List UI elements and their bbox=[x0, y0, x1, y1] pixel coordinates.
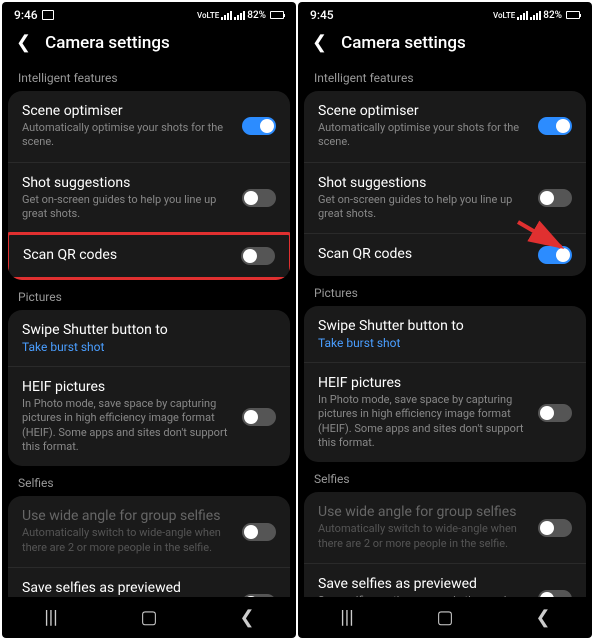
toggle-qr[interactable] bbox=[241, 247, 275, 265]
header: ❮ Camera settings bbox=[298, 24, 592, 61]
clock: 9:45 bbox=[310, 8, 334, 22]
toggle-shot[interactable] bbox=[242, 189, 276, 207]
section-label-pictures: Pictures bbox=[304, 276, 586, 306]
toggle-shot[interactable] bbox=[538, 189, 572, 207]
item-desc: In Photo mode, save space by capturing p… bbox=[318, 393, 530, 450]
toggle-scene[interactable] bbox=[538, 117, 572, 135]
toggle-wide[interactable] bbox=[538, 519, 572, 537]
signal-icon bbox=[517, 11, 528, 20]
toggle-heif[interactable] bbox=[242, 408, 276, 426]
navbar: ||| ▢ ❮ bbox=[298, 597, 592, 638]
battery-icon bbox=[270, 11, 284, 19]
highlight-qr: Scan QR codes bbox=[8, 232, 290, 280]
nav-back[interactable]: ❮ bbox=[217, 607, 277, 628]
navbar: ||| ▢ ❮ bbox=[2, 597, 296, 638]
item-save-selfies[interactable]: Save selfies as previewed Save selfies a… bbox=[304, 564, 586, 597]
back-icon[interactable]: ❮ bbox=[312, 32, 327, 53]
nav-home[interactable]: ▢ bbox=[415, 607, 475, 628]
item-desc: Automatically optimise your shots for th… bbox=[22, 121, 234, 150]
section-label-intelligent: Intelligent features bbox=[304, 61, 586, 91]
item-desc: In Photo mode, save space by capturing p… bbox=[22, 397, 234, 454]
item-title: Save selfies as previewed bbox=[318, 576, 530, 592]
section-label-selfies: Selfies bbox=[304, 462, 586, 492]
item-title: Scene optimiser bbox=[318, 103, 530, 119]
nav-recents[interactable]: ||| bbox=[317, 607, 377, 628]
content: Intelligent features Scene optimiser Aut… bbox=[2, 61, 296, 597]
item-desc: Get on-screen guides to help you line up… bbox=[22, 193, 234, 222]
item-swipe-shutter[interactable]: Swipe Shutter button to Take burst shot bbox=[8, 310, 290, 367]
page-title: Camera settings bbox=[341, 33, 466, 53]
battery-pct: 82% bbox=[543, 10, 562, 21]
signal-icon bbox=[234, 11, 245, 20]
card-selfies: Use wide angle for group selfies Automat… bbox=[304, 492, 586, 597]
toggle-wide[interactable] bbox=[242, 523, 276, 541]
card-pictures: Swipe Shutter button to Take burst shot … bbox=[304, 306, 586, 462]
item-desc: Automatically switch to wide-angle when … bbox=[318, 522, 530, 551]
item-title: HEIF pictures bbox=[318, 375, 530, 391]
toggle-heif[interactable] bbox=[538, 404, 572, 422]
network-label: VoLTE bbox=[493, 11, 515, 20]
toggle-preview[interactable] bbox=[242, 594, 276, 597]
item-title: Swipe Shutter button to bbox=[22, 322, 268, 338]
nav-home[interactable]: ▢ bbox=[119, 607, 179, 628]
battery-icon bbox=[566, 11, 580, 19]
statusbar: 9:45 VoLTE 82% bbox=[298, 2, 592, 24]
toggle-preview[interactable] bbox=[538, 590, 572, 597]
item-swipe-shutter[interactable]: Swipe Shutter button to Take burst shot bbox=[304, 306, 586, 363]
item-title: Save selfies as previewed bbox=[22, 580, 234, 596]
item-scan-qr[interactable]: Scan QR codes bbox=[304, 234, 586, 276]
card-selfies: Use wide angle for group selfies Automat… bbox=[8, 496, 290, 597]
section-label-pictures: Pictures bbox=[8, 280, 290, 310]
section-label-selfies: Selfies bbox=[8, 466, 290, 496]
item-title: HEIF pictures bbox=[22, 379, 234, 395]
nav-recents[interactable]: ||| bbox=[21, 607, 81, 628]
item-scan-qr[interactable]: Scan QR codes bbox=[9, 235, 289, 277]
phone-left: 9:46 VoLTE 82% ❮ Camera settings Intelli… bbox=[2, 2, 296, 638]
card-pictures: Swipe Shutter button to Take burst shot … bbox=[8, 310, 290, 466]
clock: 9:46 bbox=[14, 8, 38, 22]
item-save-selfies[interactable]: Save selfies as previewed Save selfies a… bbox=[8, 568, 290, 597]
toggle-qr[interactable] bbox=[538, 246, 572, 264]
statusbar: 9:46 VoLTE 82% bbox=[2, 2, 296, 24]
item-title: Scan QR codes bbox=[23, 247, 233, 263]
item-desc: Automatically optimise your shots for th… bbox=[318, 121, 530, 150]
battery-pct: 82% bbox=[247, 10, 266, 21]
network-label: VoLTE bbox=[197, 11, 219, 20]
phone-right: 9:45 VoLTE 82% ❮ Camera settings Intelli… bbox=[298, 2, 592, 638]
card-intelligent: Scene optimiser Automatically optimise y… bbox=[8, 91, 290, 280]
item-desc: Get on-screen guides to help you line up… bbox=[318, 193, 530, 222]
card-intelligent: Scene optimiser Automatically optimise y… bbox=[304, 91, 586, 276]
item-shot-suggestions[interactable]: Shot suggestions Get on-screen guides to… bbox=[8, 163, 290, 235]
item-link: Take burst shot bbox=[22, 340, 268, 354]
item-link: Take burst shot bbox=[318, 336, 564, 350]
toggle-scene[interactable] bbox=[242, 117, 276, 135]
item-title: Use wide angle for group selfies bbox=[318, 504, 530, 520]
item-wide-angle: Use wide angle for group selfies Automat… bbox=[304, 492, 586, 564]
item-heif[interactable]: HEIF pictures In Photo mode, save space … bbox=[304, 363, 586, 462]
header: ❮ Camera settings bbox=[2, 24, 296, 61]
section-label-intelligent: Intelligent features bbox=[8, 61, 290, 91]
item-heif[interactable]: HEIF pictures In Photo mode, save space … bbox=[8, 367, 290, 466]
signal-icon bbox=[221, 11, 232, 20]
item-title: Shot suggestions bbox=[22, 175, 234, 191]
item-title: Use wide angle for group selfies bbox=[22, 508, 234, 524]
back-icon[interactable]: ❮ bbox=[16, 32, 31, 53]
item-scene-optimiser[interactable]: Scene optimiser Automatically optimise y… bbox=[304, 91, 586, 163]
item-title: Swipe Shutter button to bbox=[318, 318, 564, 334]
content: Intelligent features Scene optimiser Aut… bbox=[298, 61, 592, 597]
page-title: Camera settings bbox=[45, 33, 170, 53]
item-scene-optimiser[interactable]: Scene optimiser Automatically optimise y… bbox=[8, 91, 290, 163]
signal-icon bbox=[530, 11, 541, 20]
item-title: Shot suggestions bbox=[318, 175, 530, 191]
item-wide-angle: Use wide angle for group selfies Automat… bbox=[8, 496, 290, 568]
item-title: Scan QR codes bbox=[318, 246, 530, 262]
image-icon bbox=[42, 10, 54, 20]
nav-back[interactable]: ❮ bbox=[513, 607, 573, 628]
item-title: Scene optimiser bbox=[22, 103, 234, 119]
item-desc: Automatically switch to wide-angle when … bbox=[22, 526, 234, 555]
item-shot-suggestions[interactable]: Shot suggestions Get on-screen guides to… bbox=[304, 163, 586, 235]
